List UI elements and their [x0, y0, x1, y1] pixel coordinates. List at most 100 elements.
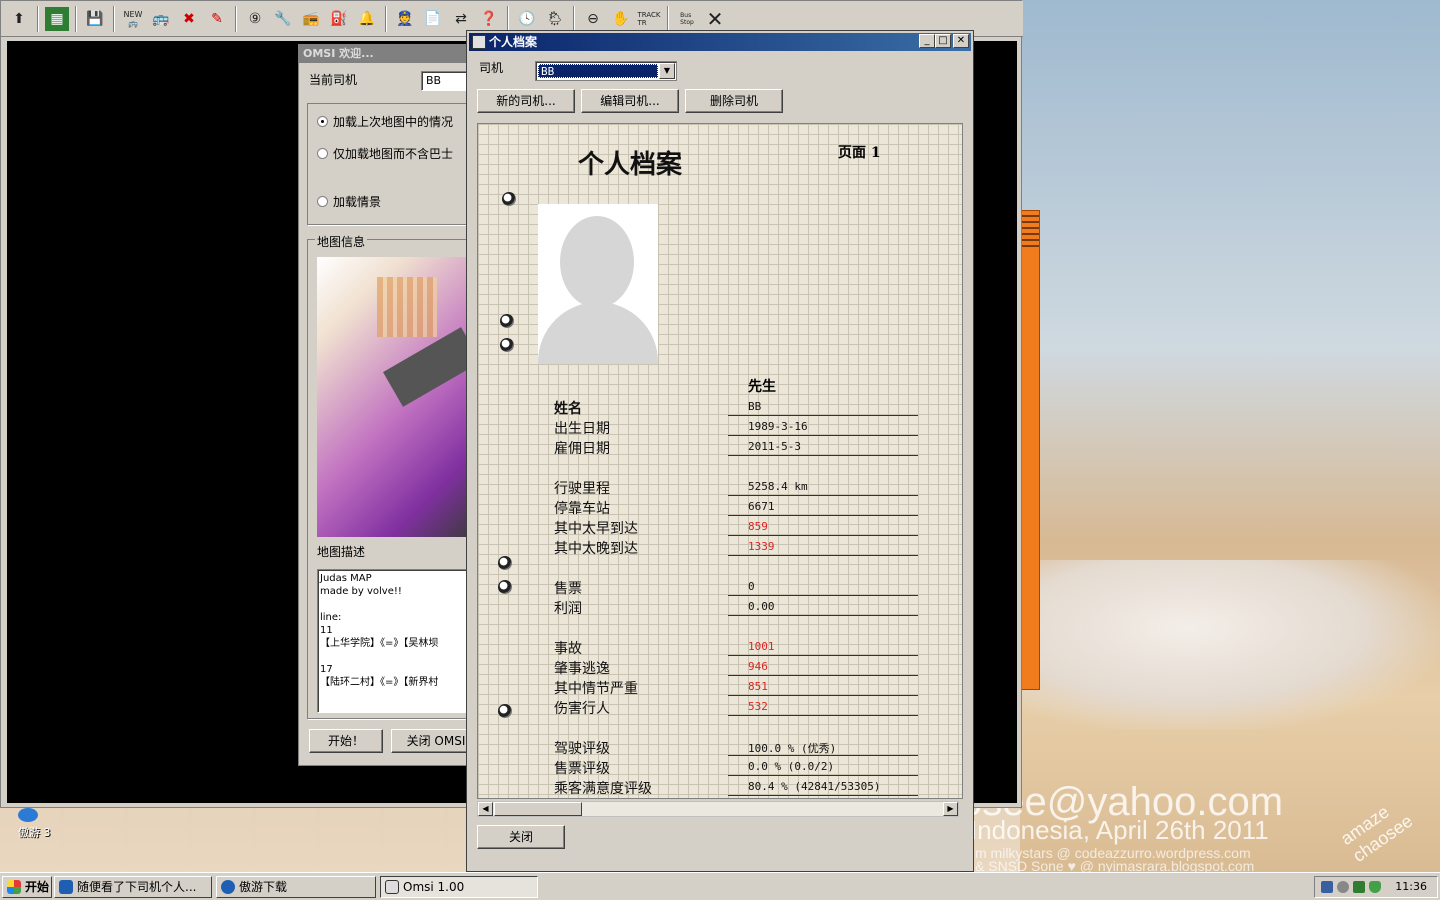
save-icon[interactable]: 💾: [83, 7, 107, 31]
stat-label: 乘客满意度评级: [554, 781, 652, 797]
stat-label: 驾驶评级: [554, 741, 610, 757]
start-button[interactable]: 开始！: [309, 729, 383, 753]
edit-driver-button[interactable]: 编辑司机...: [581, 89, 679, 113]
option-map-only-label: 仅加载地图而不含巴士: [333, 147, 454, 161]
camera-icon[interactable]: ⊖: [581, 7, 605, 31]
task-downloads-label: 傲游下载: [239, 880, 288, 894]
minimize-icon[interactable]: _: [919, 34, 935, 48]
profile-titlebar[interactable]: 个人档案: [469, 33, 971, 51]
weather-icon[interactable]: 🌦: [543, 7, 567, 31]
toolbar-separator: [37, 5, 39, 32]
option-load-last[interactable]: 加载上次地图中的情况: [317, 113, 453, 130]
stat-value: 1989-3-16: [748, 420, 808, 433]
stat-value: 532: [748, 700, 768, 713]
desktop-icon-label: 傲游 3: [18, 826, 51, 839]
task-downloads[interactable]: 傲游下载: [216, 876, 376, 898]
close-omsi-button[interactable]: 关闭 OMSI: [391, 729, 469, 753]
task-omsi[interactable]: Omsi 1.00: [380, 876, 538, 898]
stat-underline: [728, 555, 918, 556]
fuel-icon[interactable]: ⛽: [327, 7, 351, 31]
toolbar-separator: [75, 5, 77, 32]
map-preview-road: [383, 327, 469, 407]
option-load-last-label: 加载上次地图中的情况: [333, 115, 454, 129]
binder-hole-icon: [498, 704, 512, 718]
up-arrow-icon[interactable]: ⬆: [7, 7, 31, 31]
maximize-icon[interactable]: □: [935, 34, 951, 48]
stat-label: 事故: [554, 641, 582, 657]
driver-icon[interactable]: 👮: [393, 7, 417, 31]
stat-value: 946: [748, 660, 768, 673]
paper-title: 个人档案: [578, 150, 683, 180]
delete-bus-icon[interactable]: ✖: [177, 7, 201, 31]
profile-paper: 个人档案 页面 1 先生 姓名 BB 出生日期 1989-3-16 雇佣日期 2011-5…: [477, 123, 963, 799]
scroll-thumb[interactable]: [494, 802, 582, 816]
new-bus-icon[interactable]: NEW 🚌: [121, 7, 145, 31]
wrench-icon[interactable]: 🔧: [271, 7, 295, 31]
delete-driver-button[interactable]: 删除司机: [685, 89, 783, 113]
close-icon[interactable]: ✕: [703, 7, 727, 31]
page-number: 页面 1: [838, 145, 881, 161]
stat-label: 售票: [554, 581, 582, 597]
stat-value: 0: [748, 580, 755, 593]
stat-label: 雇佣日期: [554, 441, 610, 457]
start-button[interactable]: 开始: [2, 876, 52, 898]
track-icon[interactable]: TRACK TR: [637, 7, 661, 31]
stat-value: 859: [748, 520, 768, 533]
toolbar-separator: [235, 5, 237, 32]
current-driver-label: 当前司机: [309, 73, 358, 87]
stat-label: 其中太晚到达: [554, 541, 638, 557]
stat-value: 1339: [748, 540, 775, 553]
swap-icon[interactable]: ⇄: [449, 7, 473, 31]
map-desc-textarea[interactable]: Judas MAP made by volve!! line: 11 【上华学院】《=》…: [317, 569, 469, 713]
security-icon[interactable]: [1353, 881, 1365, 893]
scroll-right-icon[interactable]: ▶: [943, 802, 958, 816]
chevron-down-icon[interactable]: ▼: [659, 63, 675, 79]
avatar-head: [560, 216, 634, 308]
clock-icon[interactable]: 🕓: [515, 7, 539, 31]
stat-underline: [728, 795, 918, 796]
bell-icon[interactable]: 🔔: [355, 7, 379, 31]
close-button[interactable]: 关闭: [477, 825, 565, 849]
network-icon[interactable]: [1321, 881, 1333, 893]
option-map-only[interactable]: 仅加载地图而不含巴士: [317, 145, 453, 162]
current-driver-field[interactable]: BB: [421, 71, 469, 91]
shield-icon[interactable]: [1369, 881, 1381, 893]
document-icon[interactable]: 📄: [421, 7, 445, 31]
option-load-scenario[interactable]: 加载情景: [317, 193, 381, 210]
help-icon[interactable]: ❓: [477, 7, 501, 31]
paint-icon[interactable]: ✎: [205, 7, 229, 31]
stat-underline: [728, 655, 918, 656]
task-browser[interactable]: 随便看了下司机个人...: [54, 876, 212, 898]
numbers-icon[interactable]: ⑨: [243, 7, 267, 31]
map-desc-label: 地图描述: [317, 545, 366, 559]
avatar-body: [538, 302, 658, 364]
map-desc-line: 11: [320, 625, 333, 636]
desktop-icon-maxthon[interactable]: 傲游 3: [18, 808, 58, 840]
map-desc-line: [320, 598, 469, 611]
stat-underline: [728, 595, 918, 596]
map-desc-line: made by volve!!: [320, 586, 402, 597]
hand-icon[interactable]: ✋: [609, 7, 633, 31]
stat-label: 姓名: [554, 401, 582, 417]
binder-hole-icon: [502, 192, 516, 206]
toolbar-separator: [507, 5, 509, 32]
omsi-app-icon: [385, 880, 399, 894]
download-icon: [221, 880, 235, 894]
map-desc-line: [320, 650, 469, 663]
map-icon[interactable]: ▦: [45, 6, 69, 31]
map-desc-line: 【陆环二村】《=》【新界村: [320, 677, 439, 688]
bus-icon[interactable]: 🚌: [149, 7, 173, 31]
new-driver-button[interactable]: 新的司机...: [477, 89, 575, 113]
volume-icon[interactable]: [1337, 881, 1349, 893]
driver-select[interactable]: BB ▼: [535, 61, 677, 81]
horizontal-scrollbar[interactable]: ◀ ▶: [477, 801, 959, 817]
map-preview-buildings: [377, 277, 437, 337]
radio-icon[interactable]: 📻: [299, 7, 323, 31]
close-window-icon[interactable]: ✕: [953, 34, 969, 48]
wallpaper-photo: [1020, 0, 1440, 872]
scroll-left-icon[interactable]: ◀: [478, 802, 493, 816]
stat-value: 80.4 % (42841/53305): [748, 780, 881, 793]
stat-underline: [728, 755, 918, 756]
timetable-icon[interactable]: Bus Stop: [675, 7, 699, 31]
radio-selected-icon: [317, 116, 328, 127]
